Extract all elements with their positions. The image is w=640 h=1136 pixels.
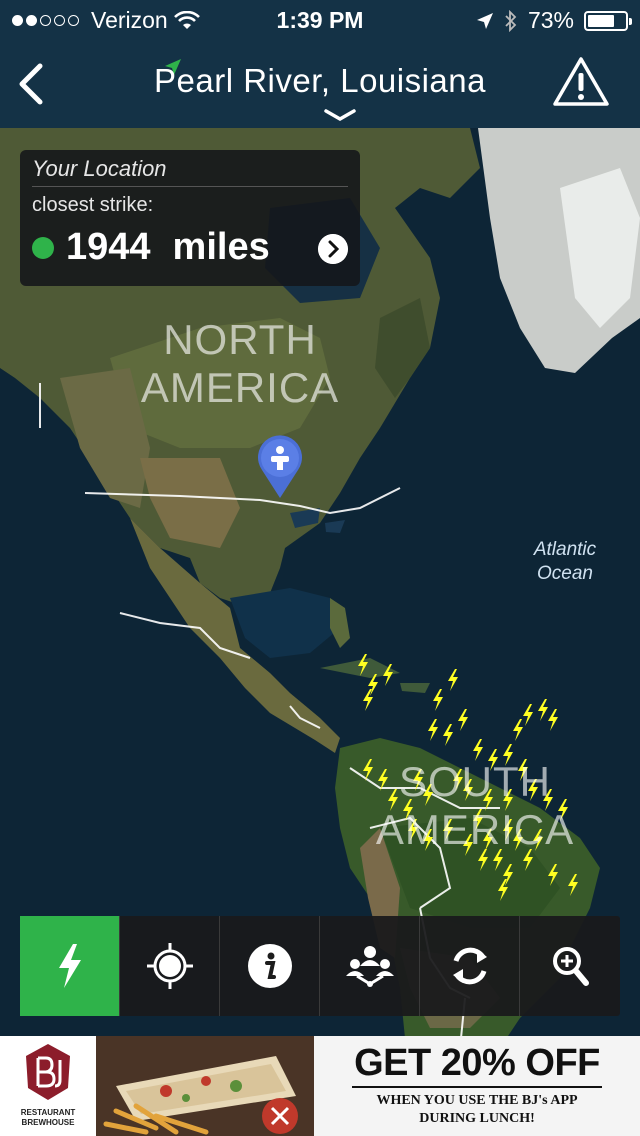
lightning-icon: [58, 944, 81, 988]
card-divider: [32, 186, 348, 187]
status-dot: [32, 236, 54, 259]
card-subheading: closest strike:: [32, 194, 154, 216]
battery-percent: 73%: [527, 7, 574, 33]
battery-icon: [584, 10, 632, 31]
distance-unit: miles: [172, 226, 270, 268]
distance-value: 1944: [66, 226, 151, 268]
location-card[interactable]: Your Location closest strike: 1944 miles: [20, 150, 360, 286]
zoom-button[interactable]: [520, 916, 620, 1016]
refresh-icon: [452, 947, 487, 985]
refresh-button[interactable]: [420, 916, 520, 1016]
map-label-south-america: SOUTH AMERICA: [375, 758, 575, 853]
brand-line-2: BREWHOUSE: [21, 1118, 75, 1127]
ad-divider: [352, 1086, 602, 1088]
lightning-strike-icon: [443, 724, 453, 746]
lightning-strike-icon: [363, 689, 373, 711]
ad-banner[interactable]: RESTAURANT BREWHOUSE GET 20% OFF WHEN YO…: [0, 1036, 640, 1136]
ad-offer: GET 20% OFF WHEN YOU USE THE BJ's APP DU…: [314, 1036, 640, 1136]
lightning-strike-icon: [428, 719, 438, 741]
status-bar: Verizon 1:39 PM 73%: [0, 0, 640, 40]
share-button[interactable]: [320, 916, 420, 1016]
closest-strike-distance: 1944 miles: [32, 226, 270, 269]
ad-line-1: WHEN YOU USE THE BJ's APP: [376, 1093, 578, 1108]
bottom-toolbar: [20, 916, 620, 1016]
info-icon: [247, 944, 292, 988]
bluetooth-icon: [505, 9, 517, 32]
top-bar: Verizon 1:39 PM 73% Pearl River, Louisia…: [0, 0, 640, 128]
crosshair-icon: [146, 943, 193, 989]
location-title[interactable]: Pearl River, Louisiana: [0, 62, 640, 100]
lightning-strike-icon: [383, 664, 393, 686]
status-right: 73%: [476, 7, 632, 34]
lightning-strike-icon: [523, 704, 533, 726]
chevron-down-icon[interactable]: [323, 108, 357, 122]
ad-headline: GET 20% OFF: [354, 1042, 600, 1084]
ad-food-image: [96, 1036, 314, 1136]
share-icon: [345, 946, 394, 987]
locate-button[interactable]: [120, 916, 220, 1016]
bjs-logo-mark: [26, 1044, 70, 1100]
lightning-strike-icon: [548, 864, 558, 886]
location-arrow-icon: [476, 12, 493, 29]
lightning-strike-icon: [433, 689, 443, 711]
warning-icon[interactable]: [552, 56, 610, 108]
lightning-strike-icon: [548, 709, 558, 731]
nav-bar: Pearl River, Louisiana: [0, 40, 640, 128]
zoom-icon: [553, 947, 589, 986]
chevron-right-icon[interactable]: [318, 234, 348, 264]
lightning-strike-icon: [568, 874, 578, 896]
bjs-logo: RESTAURANT BREWHOUSE: [0, 1036, 96, 1136]
ad-line-2: DURING LUNCH!: [419, 1111, 535, 1126]
lightning-strike-icon: [458, 709, 468, 731]
brand-line-1: RESTAURANT: [20, 1108, 76, 1117]
info-button[interactable]: [220, 916, 320, 1016]
map-label-north-america: NORTH AMERICA: [140, 316, 340, 411]
lightning-strike-icon: [498, 879, 508, 901]
lightning-strike-icon: [448, 669, 458, 691]
card-heading: Your Location: [32, 156, 167, 181]
lightning-button[interactable]: [20, 916, 120, 1016]
map-label-atlantic-ocean: Atlantic Ocean: [533, 539, 597, 584]
